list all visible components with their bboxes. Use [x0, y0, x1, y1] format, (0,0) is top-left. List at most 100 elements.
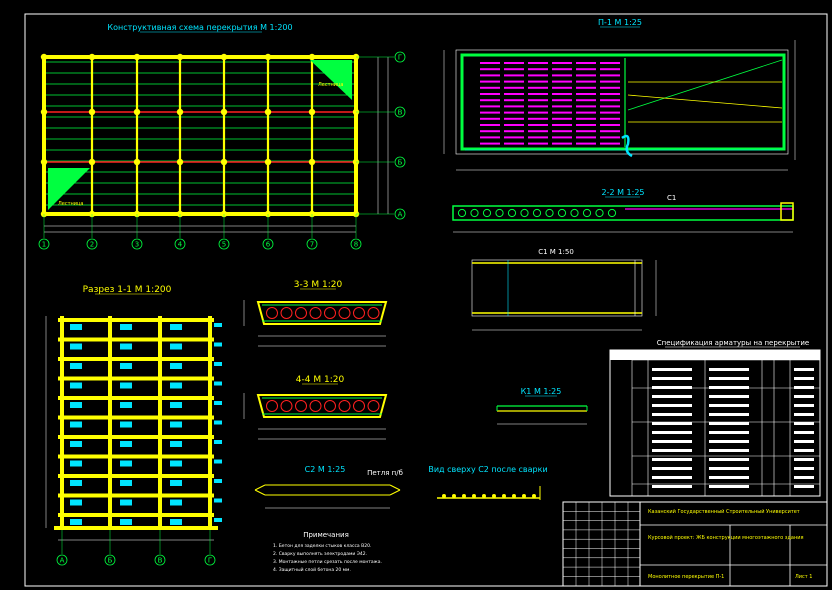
- floor-slab: [58, 318, 214, 322]
- rebar-bar: [552, 74, 572, 77]
- hollow-core: [545, 208, 554, 218]
- balcony: [214, 440, 222, 444]
- plan-slab-grid: [40, 53, 360, 218]
- mesh-c1: С1 М 1:50: [471, 248, 657, 331]
- window: [70, 460, 82, 467]
- stair-bottom-label: Лестница: [58, 201, 83, 207]
- rebar-bar: [504, 80, 524, 83]
- window: [70, 324, 82, 330]
- balcony: [214, 479, 222, 483]
- window: [120, 421, 132, 428]
- window: [120, 402, 132, 408]
- sheet-frame: [24, 13, 828, 587]
- spec-cell-text: [709, 368, 749, 371]
- rebar-bar: [576, 74, 596, 77]
- spec-cell-text: [709, 440, 749, 443]
- rebar-bar: [504, 105, 524, 108]
- spec-cell-text: [652, 467, 692, 470]
- rebar-bar: [552, 124, 572, 126]
- spec-cell-text: [794, 377, 814, 380]
- rebar-bar: [600, 86, 620, 89]
- view-title: Вид сверху С2 после сварки: [428, 465, 547, 474]
- plan-column-node: [133, 108, 141, 116]
- spec-cell-text: [652, 386, 692, 389]
- spec-cell-text: [709, 377, 749, 380]
- rebar-bar: [552, 62, 572, 64]
- hollow-core: [280, 400, 293, 412]
- plan-column-node: [308, 53, 316, 61]
- spec-cell-text: [652, 413, 692, 416]
- rebar-bar: [552, 142, 572, 145]
- spec-cell-text: [652, 440, 692, 443]
- rebar-bar: [600, 136, 620, 139]
- rebar-bar: [576, 142, 596, 145]
- spec-cell-text: [652, 458, 692, 461]
- rebar-bar: [504, 68, 524, 71]
- sec44-title: 4-4 М 1:20: [296, 375, 345, 385]
- axis-label-letter: Г: [398, 54, 402, 62]
- plan-column-node: [264, 108, 272, 116]
- plan-column-node: [220, 158, 228, 166]
- rebar-bar: [480, 105, 500, 108]
- rebar-bar: [552, 86, 572, 89]
- plan-column-node: [88, 53, 96, 61]
- rebar-bar: [576, 105, 596, 108]
- rebar-bar: [576, 99, 596, 102]
- rebar-bar: [528, 62, 548, 64]
- rebar-bar: [480, 117, 500, 120]
- section-4-4: 4-4 М 1:20: [243, 375, 388, 440]
- slab-p1: П-1 М 1:25: [443, 18, 796, 171]
- axis-label-letter: А: [60, 557, 65, 565]
- weld-point: [482, 494, 486, 498]
- window: [120, 519, 132, 525]
- balcony: [214, 420, 222, 425]
- plan-column-node: [220, 108, 228, 116]
- floor-slab: [58, 357, 214, 361]
- tb-sheet-no: Лист 1: [795, 574, 812, 580]
- spec-cell-text: [794, 449, 814, 452]
- rebar-bar: [552, 80, 572, 83]
- c1-callout: С1: [667, 194, 676, 202]
- rebar-bar: [504, 111, 524, 114]
- window: [170, 441, 182, 447]
- balcony: [214, 401, 222, 405]
- hollow-core: [309, 400, 322, 412]
- window: [120, 460, 132, 467]
- hollow-core: [495, 208, 504, 218]
- hollow-core: [367, 400, 380, 412]
- weld-point: [472, 494, 476, 498]
- axis-label-letter: В: [398, 109, 403, 117]
- window: [170, 499, 182, 506]
- rebar-bar: [552, 99, 572, 102]
- k1-title: К1 М 1:25: [521, 387, 562, 396]
- plan-column-node: [176, 108, 184, 116]
- window: [70, 441, 82, 447]
- axis-label-num: 7: [310, 241, 314, 249]
- rebar-bar: [576, 68, 596, 71]
- weld-point: [512, 494, 516, 498]
- rebar-bar: [504, 62, 524, 64]
- plan-column-node: [133, 158, 141, 166]
- rebar-bar: [528, 111, 548, 114]
- window: [70, 480, 82, 486]
- hollow-core: [582, 208, 592, 218]
- title-block: Казанский Государственный Строительный У…: [562, 501, 828, 587]
- plan-column-node: [133, 53, 141, 61]
- spec-cell-text: [794, 458, 814, 461]
- spec-cell-text: [794, 422, 814, 425]
- rebar-bar: [528, 99, 548, 102]
- hollow-core: [266, 400, 278, 412]
- window: [70, 402, 82, 408]
- spec-cell-text: [794, 413, 814, 416]
- spec-header: [610, 350, 820, 360]
- rebar-bar: [528, 130, 548, 133]
- rebar-bar: [480, 93, 500, 95]
- hollow-core: [295, 400, 307, 412]
- window: [170, 480, 182, 486]
- rebar-bar: [600, 68, 620, 71]
- rebar-bar: [600, 80, 620, 83]
- rebar-bar: [504, 136, 524, 139]
- spec-cell-text: [652, 395, 692, 398]
- axis-label-letter: А: [398, 211, 403, 219]
- c2-top-view: Вид сверху С2 после сварки: [428, 465, 548, 500]
